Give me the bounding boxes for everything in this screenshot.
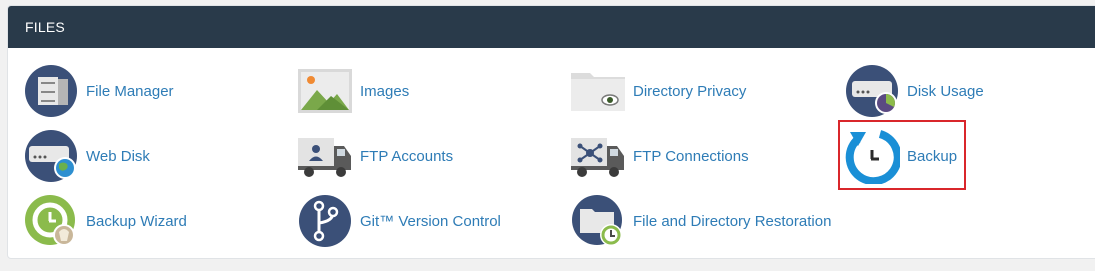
images-link[interactable]: Images [297,63,409,119]
directory-privacy-link[interactable]: Directory Privacy [570,63,746,119]
ftp-accounts-icon [298,138,351,177]
backup-wizard-label: Backup Wizard [86,212,187,230]
ftp-accounts-label: FTP Accounts [360,147,454,165]
ftp-connections-icon [571,138,624,177]
disk-usage-link[interactable]: Disk Usage [844,63,984,119]
backup-link[interactable]: Backup [844,128,957,184]
backup-wizard-icon [25,195,75,246]
git-version-control-link[interactable]: Git™ Version Control [297,193,501,249]
backup-wizard-link[interactable]: Backup Wizard [23,193,187,249]
files-panel: FILES File Manager Images Directory Priv… [7,5,1095,259]
images-icon [298,69,352,113]
panel-title: FILES [8,6,1095,48]
file-manager-link[interactable]: File Manager [23,63,174,119]
file-directory-restoration-icon [572,195,622,246]
backup-label: Backup [907,147,958,165]
ftp-connections-link[interactable]: FTP Connections [570,128,749,184]
file-manager-icon [25,65,77,117]
web-disk-link[interactable]: Web Disk [23,128,150,184]
ftp-accounts-link[interactable]: FTP Accounts [297,128,453,184]
disk-usage-icon [846,65,898,117]
git-version-control-icon [299,195,351,247]
file-manager-label: File Manager [86,82,174,100]
ftp-connections-label: FTP Connections [633,147,749,165]
file-directory-restoration-label: File and Directory Restoration [633,212,832,230]
web-disk-icon [25,130,77,182]
disk-usage-label: Disk Usage [907,82,984,100]
directory-privacy-icon [571,73,625,111]
directory-privacy-label: Directory Privacy [633,82,747,100]
file-directory-restoration-link[interactable]: File and Directory Restoration [570,193,831,249]
git-version-control-label: Git™ Version Control [360,212,501,230]
images-label: Images [360,82,410,100]
backup-icon [845,130,900,184]
web-disk-label: Web Disk [86,147,150,165]
